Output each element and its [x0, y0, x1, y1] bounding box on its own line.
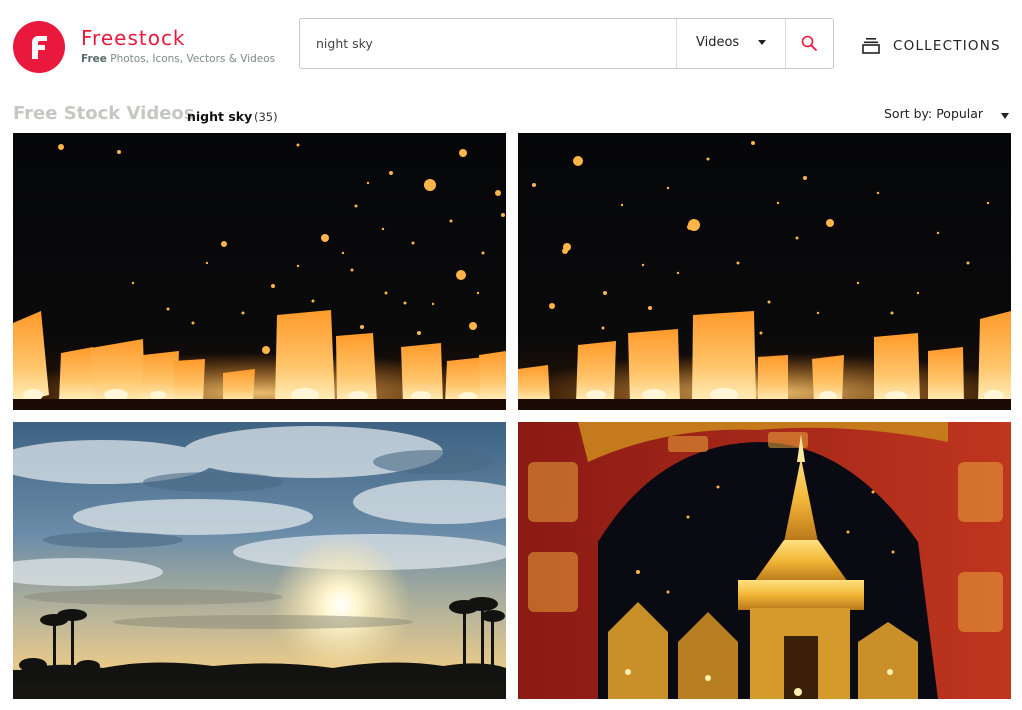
sort-label: Sort by: Popular [884, 106, 984, 121]
caret-down-icon [758, 40, 766, 45]
video-thumbnail[interactable] [518, 422, 1011, 699]
media-type-dropdown[interactable]: Videos [676, 19, 785, 68]
lanterns-thumbnail-image [518, 133, 1011, 410]
results-bar: Free Stock Videos night sky (35) Sort by… [0, 100, 1022, 130]
collections-label: COLLECTIONS [893, 38, 1001, 54]
sort-dropdown[interactable]: Sort by: Popular [884, 106, 1014, 124]
search-icon [801, 35, 817, 51]
lanterns-thumbnail-image [13, 133, 506, 410]
video-thumbnail[interactable] [13, 422, 506, 699]
freestock-logo[interactable] [13, 21, 65, 73]
caret-down-icon [1001, 113, 1009, 119]
logo-f-glyph-icon [32, 36, 47, 59]
tagline-bold: Free [81, 53, 107, 65]
query-term: night sky [187, 109, 253, 124]
tagline-text: Photos, Icons, Vectors & Videos [106, 53, 276, 65]
search-bar: Videos [299, 18, 834, 69]
brand-tagline: Free Photos, Icons, Vectors & Videos [81, 53, 275, 65]
site-header: Freestock Free Photos, Icons, Vectors & … [0, 0, 1022, 92]
media-type-selected: Videos [696, 35, 740, 50]
search-input[interactable] [300, 19, 676, 68]
search-button[interactable] [785, 19, 833, 68]
result-count: (35) [254, 110, 278, 124]
sunset-sky-thumbnail-image [13, 422, 506, 699]
brand-name[interactable]: Freestock [81, 26, 186, 50]
collections-stack-icon [862, 38, 880, 54]
video-thumbnail[interactable] [518, 133, 1011, 410]
video-thumbnail[interactable] [13, 133, 506, 410]
temple-pagoda-thumbnail-image [518, 422, 1011, 699]
section-title: Free Stock Videos [13, 103, 195, 124]
